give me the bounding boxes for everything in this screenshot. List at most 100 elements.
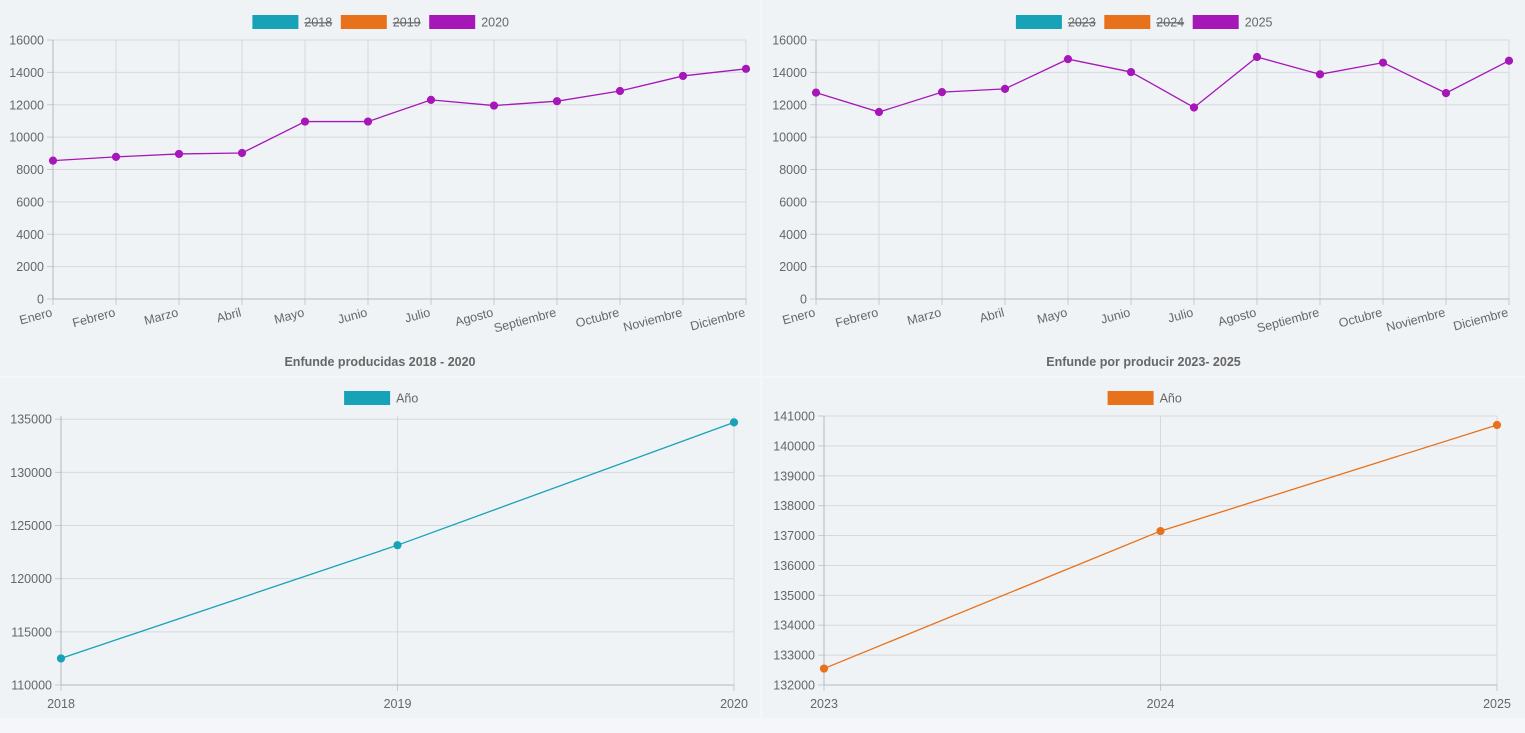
x-tick-label-septiembre: Septiembre (492, 305, 557, 335)
x-tick-label-mayo: Mayo (1036, 305, 1069, 326)
line-chart-anual-2018-2020: Año 110000 115000 120000 125000 130000 135000 2… (10, 391, 748, 711)
chart-panel-enfunde-por-producir: 2023 2024 2025 0 2000 4000 6000 8000 10000 12000 1… (762, 0, 1525, 376)
legend-swatch-2023[interactable] (1015, 15, 1062, 29)
y-tick-label: 138000 (773, 499, 815, 513)
chart-panel-anual-2018-2020: Año 110000 115000 120000 125000 130000 135000 2… (0, 378, 760, 718)
x-tick-label-septiembre: Septiembre (1255, 305, 1320, 335)
x-tick-label-2020: 2020 (720, 697, 748, 711)
data-point-Agosto[interactable] (1252, 52, 1262, 62)
x-tick-label-noviembre: Noviembre (1385, 305, 1447, 334)
y-tick-label: 136000 (773, 559, 815, 573)
x-tick-label-octubre: Octubre (1337, 305, 1384, 330)
legend-label-2019[interactable]: 2019 (393, 16, 421, 30)
data-point-2018[interactable] (56, 654, 66, 663)
y-tick-label: 2000 (779, 260, 807, 274)
data-point-Julio[interactable] (426, 95, 436, 104)
data-point-Octubre[interactable] (1378, 58, 1388, 67)
data-point-Febrero[interactable] (874, 107, 884, 117)
data-point-Marzo[interactable] (174, 149, 184, 159)
x-tick-label-julio: Julio (1166, 305, 1195, 325)
y-tick-label: 6000 (779, 195, 807, 209)
data-point-Julio[interactable] (1189, 103, 1199, 112)
y-tick-label: 4000 (779, 228, 807, 242)
y-tick-label: 115000 (11, 625, 52, 639)
data-point-Junio[interactable] (1126, 67, 1136, 77)
y-tick-label: 132000 (773, 679, 815, 693)
line-chart-2023-2025: 2023 2024 2025 0 2000 4000 6000 8000 10000 12000 1… (772, 15, 1514, 369)
y-tick-label: 12000 (772, 98, 807, 112)
line-chart-2018-2020: 2018 2019 2020 0 2000 4000 6000 8000 10000 12000 1… (9, 15, 751, 369)
x-tick-label-junio: Junio (336, 305, 369, 326)
data-point-Diciembre[interactable] (1504, 56, 1514, 65)
data-point-Marzo[interactable] (937, 88, 947, 97)
x-tick-label-2024: 2024 (1147, 697, 1175, 711)
x-tick-label-2025: 2025 (1483, 697, 1511, 711)
y-tick-label: 14000 (9, 66, 44, 80)
x-tick-label-2019: 2019 (384, 697, 412, 711)
y-tick-label: 125000 (10, 519, 52, 533)
y-tick-label: 141000 (773, 410, 815, 424)
y-tick-label: 130000 (10, 466, 52, 480)
x-tick-label-julio: Julio (403, 305, 432, 325)
data-point-Enero[interactable] (48, 156, 58, 165)
legend-label-Año[interactable]: Año (396, 392, 418, 406)
data-point-Febrero[interactable] (111, 152, 121, 161)
y-tick-label: 8000 (779, 163, 807, 177)
x-tick-label-noviembre: Noviembre (622, 305, 684, 334)
x-tick-label-enero: Enero (18, 305, 54, 327)
x-tick-label-febrero: Febrero (834, 305, 880, 330)
legend-label-Año[interactable]: Año (1160, 392, 1182, 406)
data-point-Mayo[interactable] (1063, 55, 1073, 64)
data-point-Mayo[interactable] (300, 117, 310, 126)
data-point-Noviembre[interactable] (1441, 88, 1451, 98)
chart-panel-anual-2023-2025: Año 132000 133000 134000 135000 136000 137000 1… (762, 378, 1525, 718)
y-tick-label: 10000 (9, 131, 44, 145)
y-tick-label: 4000 (16, 228, 44, 242)
data-point-Diciembre[interactable] (741, 64, 751, 73)
x-tick-label-abril: Abril (978, 305, 1006, 325)
data-point-Abril[interactable] (237, 148, 247, 158)
data-point-Enero[interactable] (811, 88, 821, 97)
data-point-Abril[interactable] (1000, 84, 1010, 93)
y-tick-label: 2000 (16, 260, 44, 274)
legend-swatch-2019[interactable] (340, 15, 387, 29)
chart-title: Enfunde producidas 2018 - 2020 (284, 355, 475, 369)
y-tick-label: 110000 (11, 679, 52, 693)
line-chart-anual-2023-2025: Año 132000 133000 134000 135000 136000 137000 1… (773, 391, 1511, 711)
legend-label-2025[interactable]: 2025 (1245, 16, 1273, 30)
x-tick-label-abril: Abril (215, 305, 243, 325)
legend-swatch-2024[interactable] (1104, 15, 1151, 29)
legend-swatch-2025[interactable] (1192, 15, 1239, 29)
data-point-Agosto[interactable] (489, 101, 499, 110)
data-point-Septiembre[interactable] (552, 97, 562, 106)
data-point-Septiembre[interactable] (1315, 70, 1325, 79)
data-point-2023[interactable] (819, 664, 829, 673)
x-tick-label-agosto: Agosto (1217, 305, 1258, 329)
data-point-2024[interactable] (1156, 526, 1165, 536)
series-line-2025 (815, 56, 1510, 113)
legend-label-2020[interactable]: 2020 (481, 16, 509, 30)
data-point-2020[interactable] (729, 418, 739, 427)
y-tick-label: 134000 (773, 619, 815, 633)
data-point-2019[interactable] (393, 541, 402, 550)
legend-label-2024[interactable]: 2024 (1156, 16, 1184, 30)
legend-label-2023[interactable]: 2023 (1068, 16, 1096, 30)
y-tick-label: 137000 (773, 529, 815, 543)
legend-label-2018[interactable]: 2018 (304, 16, 332, 30)
y-tick-label: 135000 (773, 589, 815, 603)
legend-swatch-2018[interactable] (252, 15, 299, 29)
y-tick-label: 10000 (772, 131, 807, 145)
legend-swatch-Año[interactable] (344, 391, 391, 405)
data-point-Noviembre[interactable] (678, 71, 688, 81)
y-tick-label: 16000 (9, 34, 44, 48)
legend-swatch-Año[interactable] (1107, 391, 1154, 405)
data-point-2025[interactable] (1492, 420, 1502, 430)
data-point-Junio[interactable] (363, 117, 373, 126)
x-tick-label-mayo: Mayo (273, 305, 306, 326)
x-tick-label-2023: 2023 (810, 697, 838, 711)
x-tick-label-febrero: Febrero (71, 305, 117, 330)
legend-swatch-2020[interactable] (429, 15, 476, 29)
y-tick-label: 14000 (772, 66, 807, 80)
data-point-Octubre[interactable] (615, 86, 625, 96)
y-tick-label: 120000 (10, 572, 52, 586)
